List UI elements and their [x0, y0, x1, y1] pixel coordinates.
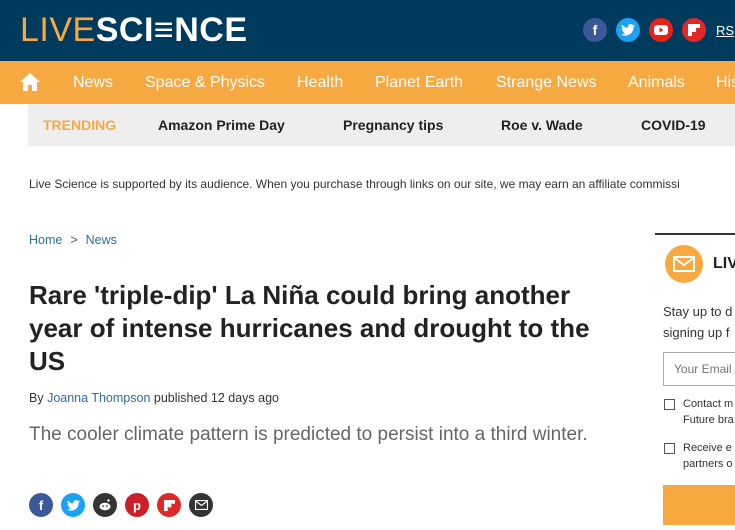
rss-link[interactable]: RS [716, 23, 734, 38]
newsletter-heading: LIV [713, 255, 735, 272]
trending-item-pregnancy-tips[interactable]: Pregnancy tips [343, 117, 443, 133]
trending-bar: TRENDING Amazon Prime Day Pregnancy tips… [28, 104, 735, 146]
breadcrumb: Home > News [29, 233, 117, 247]
logo-science-text: SCI≡NCE [95, 11, 248, 49]
twitter-icon[interactable] [616, 18, 640, 42]
breadcrumb-news[interactable]: News [86, 233, 117, 247]
nav-item-news[interactable]: News [73, 73, 113, 93]
consent-checkbox-contact[interactable] [664, 399, 675, 410]
reddit-share-icon[interactable] [93, 493, 117, 517]
article-title: Rare 'triple-dip' La Niña could bring an… [29, 280, 590, 376]
nav-item-history[interactable]: His [716, 73, 735, 93]
signup-button[interactable] [663, 485, 735, 525]
flipboard-share-icon[interactable] [157, 493, 181, 517]
breadcrumb-separator: > [70, 233, 78, 247]
pinterest-share-icon[interactable]: p [125, 493, 149, 517]
trending-item-covid-19[interactable]: COVID-19 [641, 117, 706, 133]
facebook-icon[interactable]: f [583, 18, 607, 42]
flipboard-icon[interactable] [682, 18, 706, 42]
article-byline: By Joanna Thompson published 12 days ago [29, 391, 279, 405]
trending-item-roe-v-wade[interactable]: Roe v. Wade [501, 117, 583, 133]
trending-label: TRENDING [43, 117, 117, 133]
author-link[interactable]: Joanna Thompson [47, 391, 150, 405]
email-field[interactable] [663, 352, 735, 386]
breadcrumb-home[interactable]: Home [29, 233, 62, 247]
header-social-links: f RS [583, 17, 734, 43]
twitter-share-icon[interactable] [61, 493, 85, 517]
main-nav: News Space & Physics Health Planet Earth… [0, 61, 735, 104]
consent-partners-line1: Receive e [683, 442, 732, 454]
share-buttons: f p [29, 493, 221, 517]
envelope-icon [665, 245, 703, 283]
logo-live-text: LIVE [20, 11, 96, 49]
nav-item-strange-news[interactable]: Strange News [496, 73, 597, 93]
site-logo[interactable]: LIVESCI≡NCE [20, 11, 248, 49]
consent-checkbox-partners[interactable] [664, 443, 675, 454]
newsletter-description: Stay up to d signing up f [663, 301, 732, 343]
newsletter-desc-line1: Stay up to d [663, 304, 733, 319]
article-subtitle: The cooler climate pattern is predicted … [29, 424, 588, 445]
consent-contact-line2: Future bra [683, 414, 734, 426]
publish-date: published 12 days ago [153, 391, 279, 405]
trending-item-amazon-prime-day[interactable]: Amazon Prime Day [158, 117, 285, 133]
nav-item-animals[interactable]: Animals [628, 73, 685, 93]
site-header: LIVESCI≡NCE f RS [0, 0, 735, 61]
newsletter-signup: LIV Stay up to d signing up f Contact m … [655, 233, 735, 530]
consent-contact-label: Contact m Future bra [683, 396, 734, 428]
youtube-icon[interactable] [649, 18, 673, 42]
nav-item-space-physics[interactable]: Space & Physics [145, 73, 265, 93]
consent-partners-label: Receive e partners o [683, 440, 733, 472]
consent-contact-line1: Contact m [683, 398, 734, 410]
home-icon[interactable] [18, 70, 42, 94]
nav-item-health[interactable]: Health [297, 73, 343, 93]
newsletter-desc-line2: signing up f [663, 325, 730, 340]
email-share-icon[interactable] [189, 493, 213, 517]
facebook-share-icon[interactable]: f [29, 493, 53, 517]
consent-partners-line2: partners o [683, 458, 733, 470]
affiliate-notice: Live Science is supported by its audienc… [29, 177, 680, 191]
nav-item-planet-earth[interactable]: Planet Earth [375, 73, 463, 93]
byline-by: By [29, 391, 44, 405]
